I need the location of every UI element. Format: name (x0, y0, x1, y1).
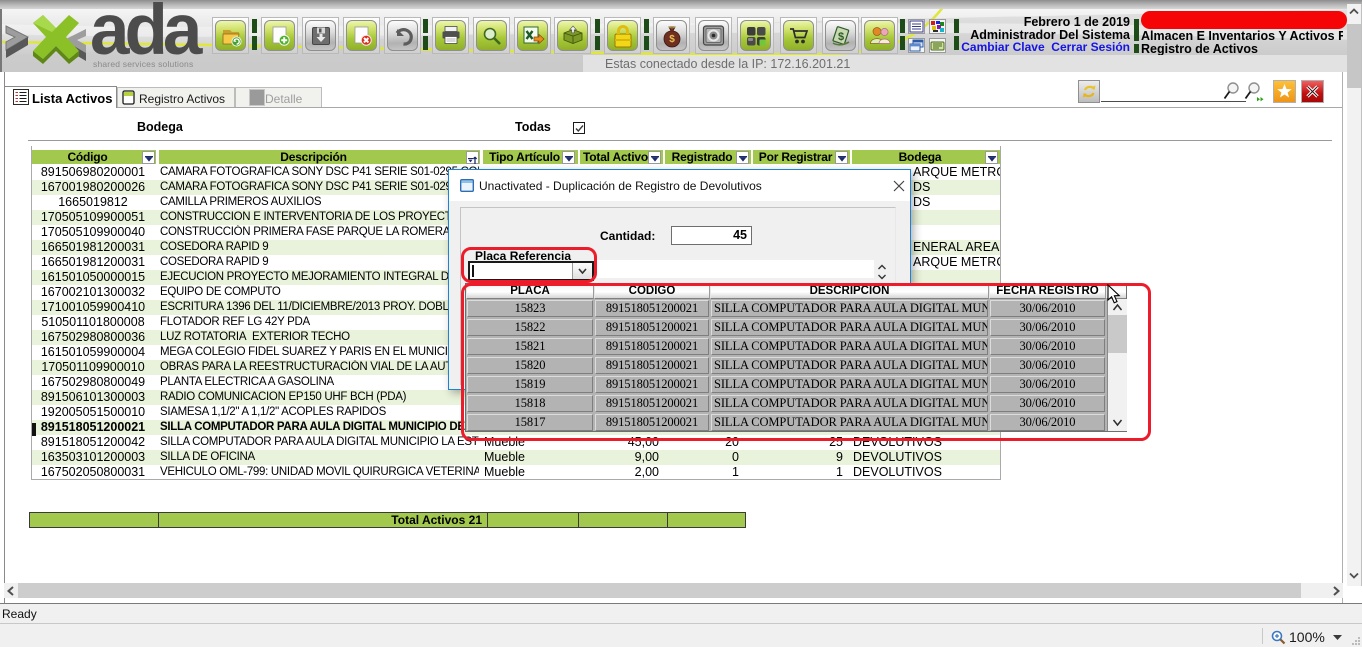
svg-text:$: $ (669, 34, 675, 45)
svg-text:$: $ (837, 31, 843, 43)
